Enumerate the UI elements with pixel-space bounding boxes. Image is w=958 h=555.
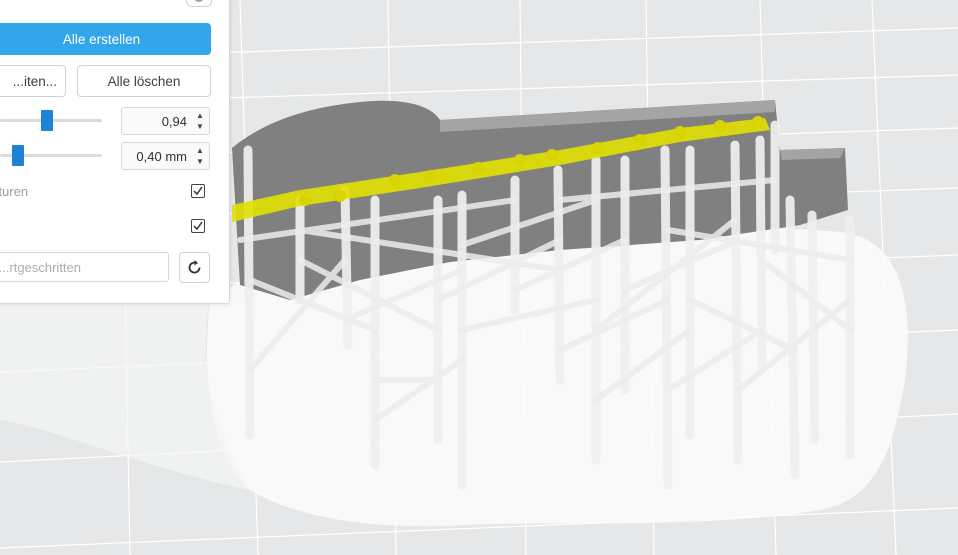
advanced-settings-placeholder: ...rtgeschritten <box>0 260 81 275</box>
info-icon <box>194 0 204 2</box>
slider-1-spinner[interactable]: ▲ ▼ <box>195 110 205 132</box>
checkbox-2[interactable] <box>191 219 205 233</box>
spin-down-icon[interactable]: ▼ <box>195 156 205 167</box>
slider-2-value-input[interactable]: 0,40 mm ▲ ▼ <box>121 142 210 170</box>
spin-up-icon[interactable]: ▲ <box>195 110 205 121</box>
checkmark-icon <box>193 186 203 196</box>
slider-1-thumb[interactable] <box>41 110 53 131</box>
reset-button[interactable] <box>179 252 210 283</box>
reset-icon <box>188 260 201 274</box>
create-all-button[interactable]: Alle erstellen <box>0 23 211 55</box>
help-button[interactable] <box>186 0 212 7</box>
slider-1-value: 0,94 <box>161 114 187 129</box>
slider-2-spinner[interactable]: ▲ ▼ <box>195 145 205 167</box>
checkmark-icon <box>193 221 203 231</box>
checkbox-1-label: ...tturen <box>0 184 29 199</box>
support-settings-panel: Alle erstellen ...iten... Alle löschen 0… <box>0 0 230 304</box>
slider-2-value: 0,40 mm <box>136 149 187 164</box>
advanced-settings-field[interactable]: ...rtgeschritten <box>0 252 169 282</box>
delete-all-button[interactable]: Alle löschen <box>77 65 211 97</box>
slider-2-thumb[interactable] <box>12 145 24 166</box>
spin-down-icon[interactable]: ▼ <box>195 121 205 132</box>
spin-up-icon[interactable]: ▲ <box>195 145 205 156</box>
checkbox-1[interactable] <box>191 184 205 198</box>
edit-button[interactable]: ...iten... <box>0 65 66 97</box>
slider-1-value-input[interactable]: 0,94 ▲ ▼ <box>121 107 210 135</box>
